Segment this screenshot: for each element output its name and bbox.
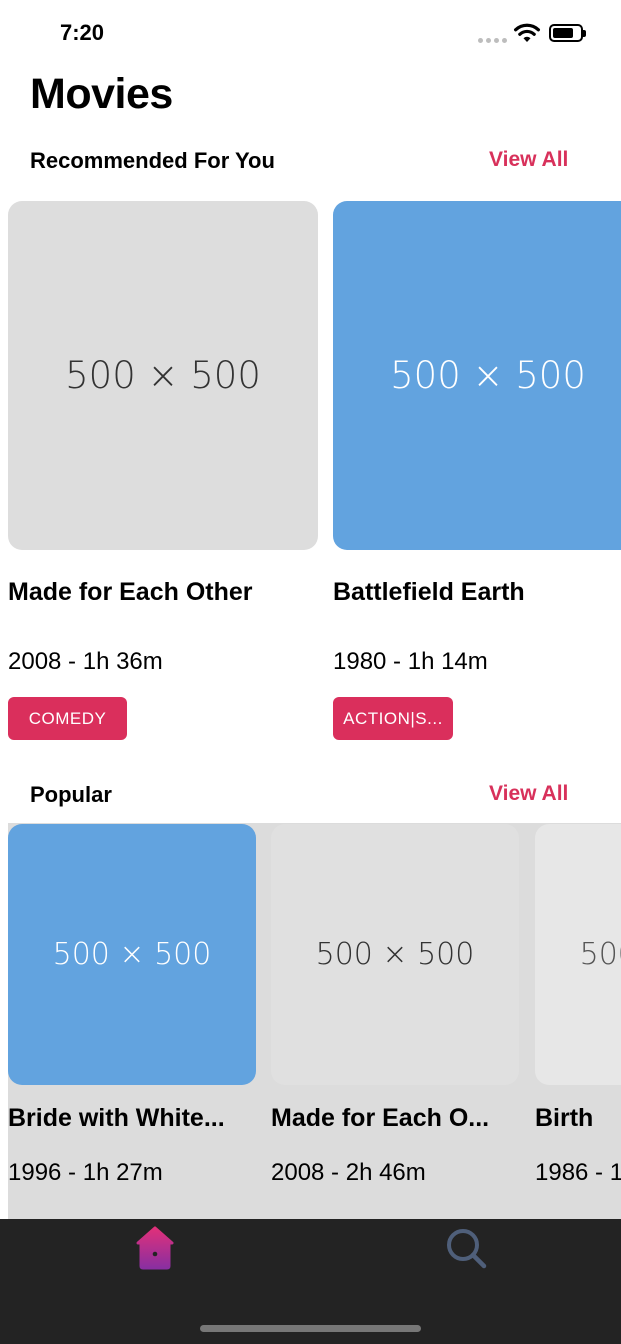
view-all-popular-link[interactable]: View All bbox=[489, 782, 568, 806]
battery-icon bbox=[549, 24, 586, 42]
home-icon bbox=[136, 1226, 174, 1270]
cellular-signal-icon bbox=[478, 38, 507, 43]
movie-poster[interactable]: 500 × 500 bbox=[8, 824, 256, 1085]
home-indicator bbox=[200, 1325, 421, 1332]
search-icon bbox=[447, 1229, 487, 1269]
popular-carousel[interactable]: 500 × 500 Bride with White... 1996 - 1h … bbox=[8, 823, 621, 1219]
status-time: 7:20 bbox=[60, 20, 105, 45]
view-all-recommended-link[interactable]: View All bbox=[489, 148, 568, 172]
status-bar: 7:20 bbox=[0, 0, 621, 64]
movie-title: Made for Each O... bbox=[271, 1104, 490, 1132]
movie-meta: 1986 - 1h 0m bbox=[535, 1159, 621, 1186]
section-title-popular: Popular bbox=[30, 782, 112, 807]
movie-poster[interactable]: 500 × 500 bbox=[271, 824, 519, 1085]
movie-meta: 2008 - 1h 36m bbox=[8, 648, 163, 675]
movie-title: Battlefield Earth bbox=[333, 578, 525, 606]
movie-meta: 1980 - 1h 14m bbox=[333, 648, 488, 675]
movie-title: Made for Each Other bbox=[8, 578, 253, 606]
movie-title: Bride with White... bbox=[8, 1104, 225, 1132]
movie-meta: 2008 - 2h 46m bbox=[271, 1159, 426, 1186]
section-title-recommended: Recommended For You bbox=[30, 148, 275, 173]
movie-poster[interactable]: 500 × 500 bbox=[535, 824, 621, 1085]
tab-search[interactable] bbox=[444, 1226, 488, 1270]
genre-badge: ACTION|S... bbox=[333, 697, 453, 740]
tab-home[interactable] bbox=[135, 1226, 175, 1270]
movie-title: Birth bbox=[535, 1104, 594, 1132]
page-title: Movies bbox=[30, 70, 173, 118]
movie-poster[interactable]: 500 × 500 bbox=[333, 201, 621, 550]
movie-meta: 1996 - 1h 27m bbox=[8, 1159, 163, 1186]
movie-poster[interactable]: 500 × 500 bbox=[8, 201, 318, 550]
wifi-icon bbox=[514, 23, 540, 42]
genre-badge: COMEDY bbox=[8, 697, 127, 740]
